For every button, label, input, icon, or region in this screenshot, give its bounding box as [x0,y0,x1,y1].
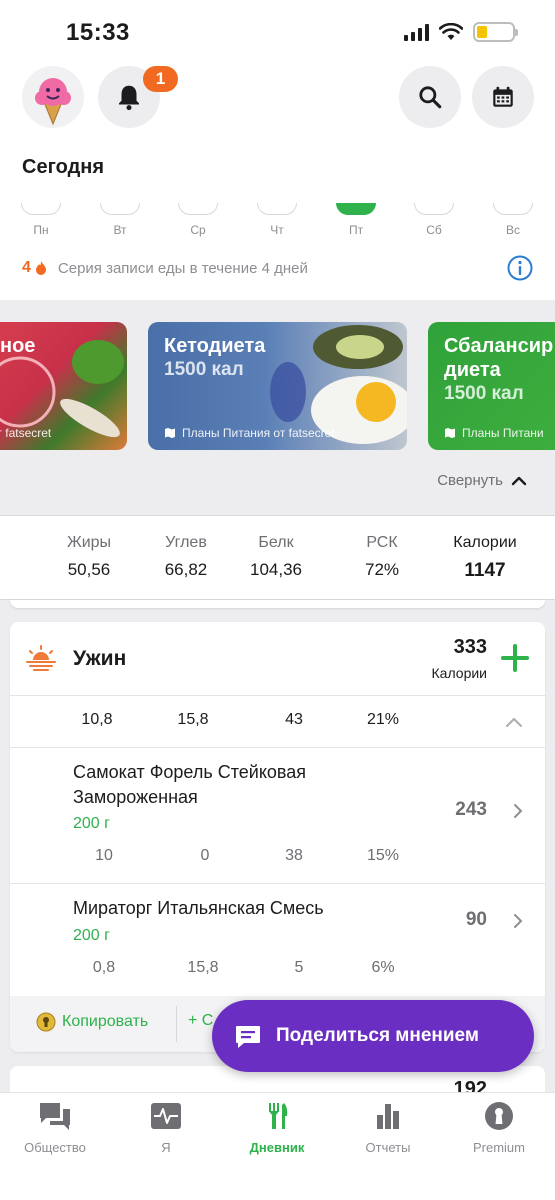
map-icon [445,428,455,438]
summary-protein: Белк 104,36 [250,534,302,579]
chevron-up-icon[interactable] [505,716,523,728]
page-title: Сегодня [22,156,105,178]
plan-card-partial[interactable]: ное от fatsecret [0,322,127,450]
food-protein: 38 [285,847,303,864]
keyhole-icon [485,1102,513,1130]
tab-community[interactable]: Общество [5,1101,105,1155]
map-icon [165,428,175,438]
chevron-up-icon [511,476,527,485]
plan-card-keto[interactable]: Кетодиета 1500 кал Планы Питания от fats… [148,322,407,450]
calendar-button[interactable] [472,66,534,128]
chevron-right-icon [514,804,523,818]
meal-rdi: 21% [366,711,400,728]
meal-plans-section: ное от fatsecret Кетодиета 1500 кал План… [0,300,555,515]
meal-fat: 10,8 [81,711,113,728]
plan-title: Кетодиета 1500 кал [164,335,266,380]
battery-icon [473,22,518,42]
ice-cream-icon [35,78,71,126]
day-summary: Жиры 50,56 Углев 66,82 Белк 104,36 РСК 7… [0,515,555,600]
collapse-button[interactable]: Свернуть [437,472,527,489]
streak-text: Серия записи еды в течение 4 дней [57,259,308,277]
day-sat[interactable]: Сб [414,203,454,237]
avatar[interactable] [22,66,84,128]
meal-calories: 333 Калории [431,636,487,681]
feedback-label: Поделиться мнением [276,1025,479,1046]
copy-button[interactable]: Копировать [36,1012,148,1032]
status-icons [404,22,518,42]
search-button[interactable] [399,66,461,128]
tab-reports[interactable]: Отчеты [338,1101,438,1155]
status-bar: 15:33 [0,0,555,58]
bell-icon [119,85,139,111]
food-protein: 5 [294,959,304,976]
plan-source: Планы Питания от fatsecret [164,426,335,440]
fork-knife-icon [269,1103,288,1129]
tab-bar: Общество Я Дневник Отчеты Premium [0,1092,555,1200]
sunset-icon [26,645,56,671]
food-calories: 90 [465,909,487,930]
notification-badge: 1 [143,66,178,92]
food-carbs: 15,8 [187,959,219,976]
food-carbs: 0 [200,847,210,864]
health-icon [151,1103,181,1129]
food-portion: 200 г [73,927,110,944]
plan-title: Сбалансир диета 1500 кал [444,335,554,404]
summary-rdi: РСК 72% [364,534,400,579]
meal-card-dinner: Ужин 333 Калории 10,8 15,8 43 21% Самока… [10,622,545,1052]
calendar-icon [493,86,513,107]
meal-macros[interactable]: 10,8 15,8 43 21% [10,696,545,748]
feedback-button[interactable]: Поделиться мнением [212,1000,534,1072]
chevron-right-icon [514,914,523,928]
status-time: 15:33 [66,19,130,46]
meal-carbs: 15,8 [177,711,209,728]
chat-icon [40,1103,70,1130]
signal-icon [404,23,429,41]
day-sun[interactable]: Вс [493,203,533,237]
food-fat: 10 [95,847,113,864]
week-strip: Пн Вт Ср Чт Пт Сб Вс [0,203,555,243]
tab-premium[interactable]: Premium [449,1101,549,1155]
bar-chart-icon [377,1104,399,1129]
meal-name: Ужин [73,647,127,670]
food-portion: 200 г [73,815,110,832]
previous-meal-card [10,600,545,608]
day-fri[interactable]: Пт [336,203,376,237]
summary-carbs: Углев 66,82 [164,534,208,579]
info-icon[interactable] [506,254,534,282]
streak-count: 4 [22,259,31,276]
food-name: Самокат Форель Стейковая Замороженная [73,762,307,807]
meal-header[interactable]: Ужин 333 Калории [10,622,545,696]
add-food-icon[interactable] [501,644,529,672]
search-icon [419,86,442,109]
tab-diary[interactable]: Дневник [227,1101,327,1155]
day-wed[interactable]: Ср [178,203,218,237]
day-thu[interactable]: Чт [257,203,297,237]
food-calories: 243 [455,799,487,820]
plan-source: от fatsecret [0,426,52,440]
meal-protein: 43 [285,711,303,728]
copy-icon [36,1012,56,1032]
chat-bubble-icon [236,1026,260,1048]
plan-card-balanced[interactable]: Сбалансир диета 1500 кал Планы Питани [428,322,555,450]
wifi-icon [439,23,463,40]
divider [176,1006,177,1042]
day-mon[interactable]: Пн [21,203,61,237]
food-item[interactable]: Мираторг Итальянская Смесь 200 г 90 0,8 … [10,884,545,996]
plan-source: Планы Питани [444,426,544,440]
summary-fat: Жиры 50,56 [66,534,112,579]
add-more-button[interactable]: + С [188,1012,213,1030]
header: 1 Сегодня [0,58,555,203]
food-name: Мираторг Итальянская Смесь [73,898,324,918]
flame-icon [35,261,46,275]
food-item[interactable]: Самокат Форель Стейковая Замороженная 20… [10,748,545,884]
food-rdi: 6% [371,959,395,976]
streak-row: 4 Серия записи еды в течение 4 дней [22,254,534,282]
tab-me[interactable]: Я [116,1101,216,1155]
day-tue[interactable]: Вт [100,203,140,237]
summary-calories: Калории 1147 [453,534,517,581]
food-rdi: 15% [366,847,400,864]
food-fat: 0,8 [92,959,116,976]
